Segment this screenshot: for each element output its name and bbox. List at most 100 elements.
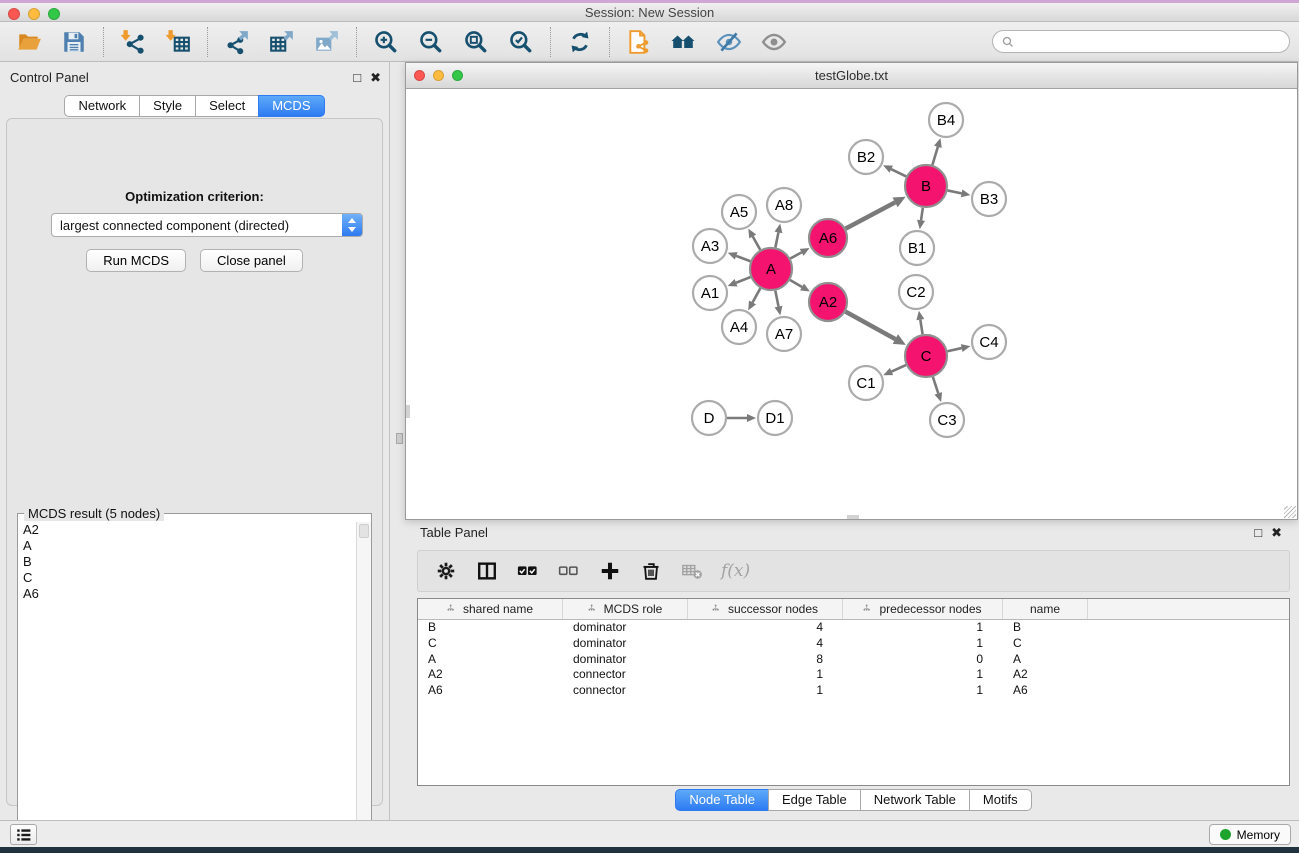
column-header-successor-nodes[interactable]: successor nodes (688, 599, 843, 619)
export-table-button[interactable] (268, 28, 296, 56)
table-panel-float-icon[interactable]: □ (1254, 525, 1262, 541)
edge-B-B3[interactable] (948, 189, 971, 197)
canvas-hscroll-nub[interactable] (847, 515, 859, 519)
zoom-out-button[interactable] (417, 28, 445, 56)
save-session-button[interactable] (60, 28, 88, 56)
table-cell[interactable]: dominator (563, 652, 688, 668)
tab-network[interactable]: Network (64, 95, 140, 117)
splitpane-divider-handle[interactable] (396, 433, 403, 444)
add-row-button[interactable] (598, 559, 622, 583)
edge-A-A5[interactable] (748, 229, 760, 250)
table-cell[interactable]: A6 (418, 683, 563, 699)
zoom-in-button[interactable] (372, 28, 400, 56)
table-cell[interactable]: A6 (1003, 683, 1088, 699)
select-all-columns-button[interactable] (516, 559, 540, 583)
unselect-all-columns-button[interactable] (557, 559, 581, 583)
criterion-select[interactable]: largest connected component (directed) (51, 213, 363, 237)
table-cell[interactable]: dominator (563, 636, 688, 652)
edge-D-D1[interactable] (727, 414, 756, 422)
home-button[interactable] (670, 28, 698, 56)
node-A[interactable]: A (750, 248, 792, 290)
edge-A-A6[interactable] (790, 248, 809, 258)
edge-B-B1[interactable] (917, 208, 925, 229)
window-titlebar[interactable]: Session: New Session (0, 3, 1299, 22)
tab-network-table[interactable]: Network Table (860, 789, 970, 811)
result-scrollbar[interactable] (356, 522, 371, 853)
node-B3[interactable]: B3 (972, 182, 1006, 216)
node-A8[interactable]: A8 (767, 188, 801, 222)
table-cell[interactable]: A2 (1003, 667, 1088, 683)
task-history-button[interactable] (10, 824, 37, 845)
node-D[interactable]: D (692, 401, 726, 435)
node-D1[interactable]: D1 (758, 401, 792, 435)
network-canvas[interactable]: AA1A2A3A4A5A6A7A8BB1B2B3B4CC1C2C3C4DD1 (406, 89, 1297, 519)
node-B4[interactable]: B4 (929, 103, 963, 137)
edge-A-A3[interactable] (728, 252, 751, 261)
node-B[interactable]: B (905, 165, 947, 207)
table-cell[interactable]: B (418, 620, 563, 636)
export-image-button[interactable] (313, 28, 341, 56)
tab-motifs[interactable]: Motifs (969, 789, 1032, 811)
table-cell[interactable]: 0 (843, 652, 1003, 668)
import-network-button[interactable] (119, 28, 147, 56)
zoom-selected-button[interactable] (507, 28, 535, 56)
table-panel-close-icon[interactable]: ✖ (1271, 525, 1282, 541)
table-cell[interactable]: 8 (688, 652, 843, 668)
node-B1[interactable]: B1 (900, 231, 934, 265)
edge-C-C4[interactable] (947, 344, 970, 352)
delete-row-button[interactable] (639, 559, 663, 583)
mcds-result-item[interactable]: C (19, 570, 355, 586)
node-A3[interactable]: A3 (693, 229, 727, 263)
table-row[interactable]: Cdominator41C (418, 636, 1289, 652)
node-C[interactable]: C (905, 335, 947, 377)
table-cell[interactable]: A (1003, 652, 1088, 668)
search-input[interactable] (1020, 35, 1281, 49)
node-C1[interactable]: C1 (849, 366, 883, 400)
memory-button[interactable]: Memory (1209, 824, 1291, 845)
table-cell[interactable]: 1 (843, 620, 1003, 636)
refresh-button[interactable] (566, 28, 594, 56)
mcds-result-item[interactable]: A2 (19, 522, 355, 538)
edge-A-A2[interactable] (790, 280, 810, 291)
edge-A-A8[interactable] (775, 224, 783, 248)
edge-C-C2[interactable] (916, 311, 924, 334)
node-A7[interactable]: A7 (767, 317, 801, 351)
node-A1[interactable]: A1 (693, 276, 727, 310)
import-table-button[interactable] (164, 28, 192, 56)
table-row[interactable]: A2connector11A2 (418, 667, 1289, 683)
mcds-result-list[interactable]: A2ABCA6 (19, 522, 355, 853)
table-cell[interactable]: connector (563, 683, 688, 699)
table-cell[interactable]: 1 (843, 667, 1003, 683)
tab-select[interactable]: Select (195, 95, 259, 117)
settings-button[interactable] (434, 559, 458, 583)
table-cell[interactable]: C (418, 636, 563, 652)
tab-edge-table[interactable]: Edge Table (768, 789, 861, 811)
network-view-window[interactable]: testGlobe.txt AA1A2A3A4A5A6A7A8BB1B2B3B4… (405, 62, 1298, 520)
column-header-predecessor-nodes[interactable]: predecessor nodes (843, 599, 1003, 619)
mcds-result-item[interactable]: A (19, 538, 355, 554)
edge-B-B2[interactable] (883, 165, 906, 176)
table-cell[interactable]: 1 (843, 636, 1003, 652)
window-resize-grip[interactable] (1284, 506, 1296, 518)
table-cell[interactable]: 1 (688, 683, 843, 699)
table-cell[interactable]: 4 (688, 620, 843, 636)
export-network-button[interactable] (223, 28, 251, 56)
table-cell[interactable]: connector (563, 667, 688, 683)
search-box[interactable] (992, 30, 1290, 53)
control-panel-close-icon[interactable]: ✖ (370, 70, 381, 86)
visibility-button[interactable] (760, 28, 788, 56)
edge-A2-C[interactable] (846, 312, 906, 345)
show-columns-button[interactable] (475, 559, 499, 583)
network-window-titlebar[interactable]: testGlobe.txt (406, 63, 1297, 89)
tab-node-table[interactable]: Node Table (675, 789, 769, 811)
node-A2[interactable]: A2 (809, 283, 847, 321)
mcds-result-item[interactable]: B (19, 554, 355, 570)
function-builder-button[interactable]: f(x) (721, 559, 750, 583)
node-C2[interactable]: C2 (899, 275, 933, 309)
column-header-name[interactable]: name (1003, 599, 1088, 619)
table-cell[interactable]: B (1003, 620, 1088, 636)
edge-B-B4[interactable] (932, 138, 941, 165)
table-cell[interactable]: 1 (843, 683, 1003, 699)
network-from-file-button[interactable] (625, 28, 653, 56)
edge-A-A7[interactable] (775, 291, 783, 316)
